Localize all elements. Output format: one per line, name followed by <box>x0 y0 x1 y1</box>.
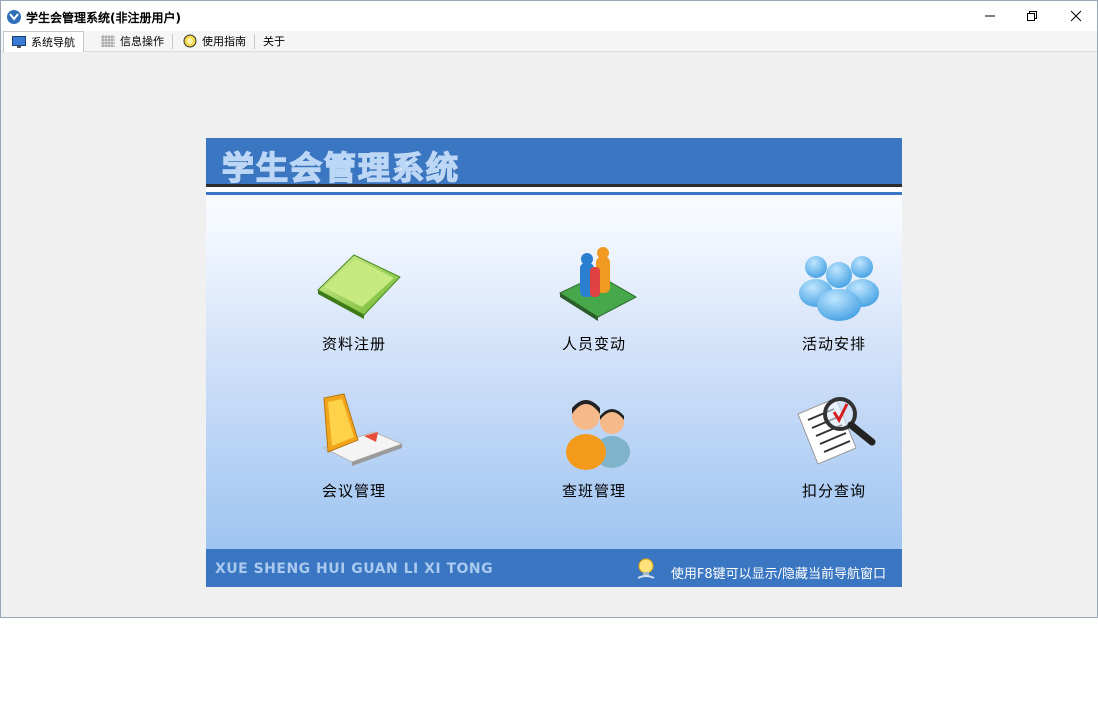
header-divider <box>206 184 902 187</box>
tab-label: 关于 <box>263 35 285 48</box>
group-icon <box>799 256 879 321</box>
window-title: 学生会管理系统(非注册用户) <box>26 11 181 25</box>
footer-pinyin-text: XUE SHENG HUI GUAN LI XI TONG <box>215 561 494 577</box>
tab-info-ops[interactable]: 信息操作 <box>95 31 170 51</box>
nav-item-label: 扣分查询 <box>801 482 866 500</box>
grid-icon <box>101 35 115 47</box>
tab-divider <box>172 34 173 49</box>
nav-item-meeting-manage[interactable]: 会议管理 <box>274 392 434 512</box>
minimize-icon <box>985 15 995 17</box>
nav-item-class-check[interactable]: 查班管理 <box>514 392 674 512</box>
restore-button[interactable] <box>1009 1 1055 31</box>
monitor-icon <box>12 36 26 48</box>
tab-divider <box>254 34 255 49</box>
minimize-button[interactable] <box>967 1 1013 31</box>
nav-item-profile-register[interactable]: 资料注册 <box>274 245 434 365</box>
header-divider <box>206 192 902 195</box>
nav-item-label: 资料注册 <box>321 335 386 353</box>
navigation-panel: 学生会管理系统 资料注册 人员变动 活动安排 会议管理 查班管理 扣分查询 XU… <box>206 138 902 587</box>
nav-item-label: 活动安排 <box>801 335 866 353</box>
header-divider <box>206 188 902 191</box>
restore-icon <box>1027 11 1037 21</box>
users-icon <box>566 400 630 470</box>
app-logo-icon <box>7 10 21 24</box>
footer-hint: 使用F8键可以显示/隐藏当前导航窗口 <box>670 567 886 582</box>
nav-item-label: 会议管理 <box>321 482 386 500</box>
nav-item-label: 查班管理 <box>561 482 626 500</box>
tab-system-nav[interactable]: 系统导航 <box>3 31 84 52</box>
tab-user-guide[interactable]: 使用指南 <box>177 31 252 51</box>
close-button[interactable] <box>1053 1 1098 31</box>
nav-item-label: 人员变动 <box>561 335 626 353</box>
title-bar[interactable]: 学生会管理系统(非注册用户) <box>1 1 1097 31</box>
panel-footer: XUE SHENG HUI GUAN LI XI TONG 使用F8键可以显示/… <box>206 549 902 587</box>
search-document-icon <box>797 397 876 465</box>
tab-label: 系统导航 <box>31 36 75 49</box>
nav-item-activity-schedule[interactable]: 活动安排 <box>754 245 902 365</box>
laptop-icon <box>322 393 404 466</box>
tab-about[interactable]: 关于 <box>257 31 291 51</box>
people-change-icon <box>558 247 638 321</box>
tab-label: 使用指南 <box>202 35 246 48</box>
app-window: 学生会管理系统(非注册用户) 系统导航 信息操作 使用指南 关于 学生会管理系统… <box>0 0 1098 618</box>
panel-header: 学生会管理系统 <box>206 138 902 188</box>
lightbulb-icon <box>637 558 655 579</box>
nav-item-deduction-query[interactable]: 扣分查询 <box>754 392 902 512</box>
close-icon <box>1070 10 1082 22</box>
tab-label: 信息操作 <box>120 35 164 48</box>
nav-item-staff-change[interactable]: 人员变动 <box>514 245 674 365</box>
folder-icon <box>317 254 401 319</box>
tab-bar: 系统导航 信息操作 使用指南 关于 <box>1 31 1097 52</box>
help-icon <box>183 34 197 48</box>
panel-title: 学生会管理系统 <box>221 148 461 188</box>
